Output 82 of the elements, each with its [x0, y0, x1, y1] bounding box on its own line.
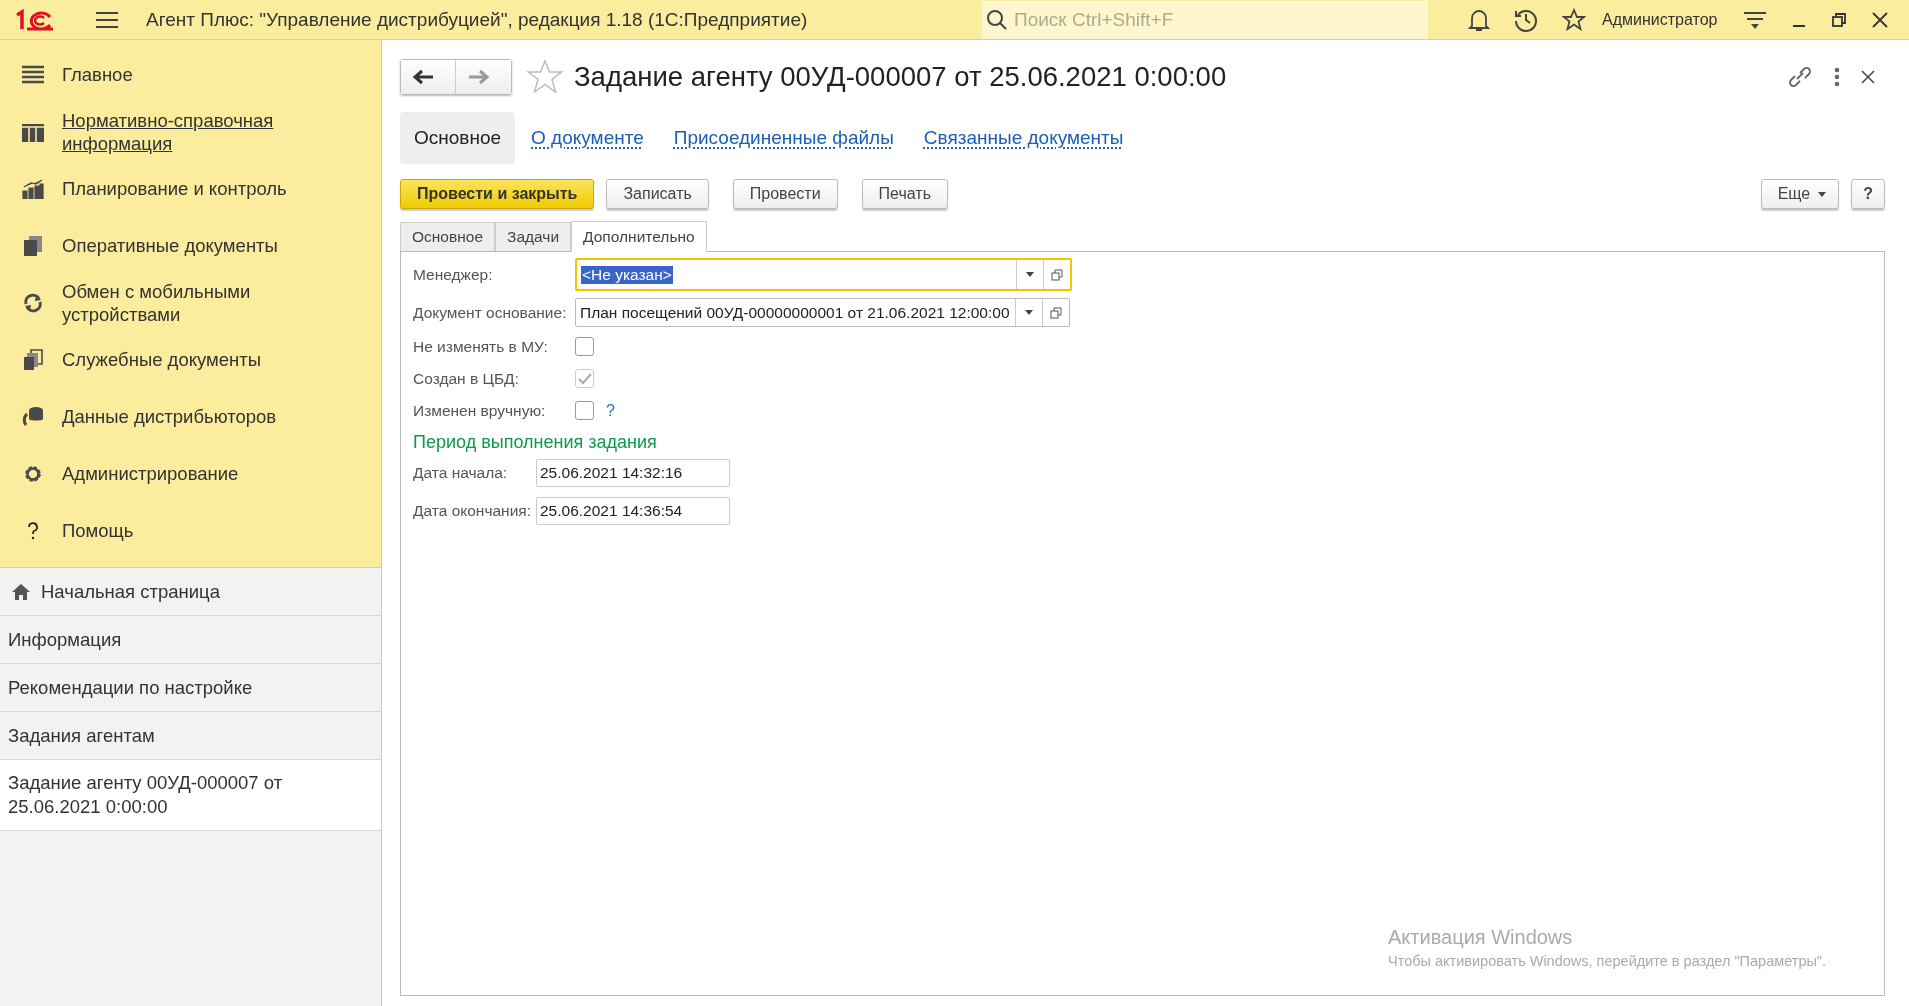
sync-icon	[22, 291, 44, 314]
document-tab[interactable]: О документе	[531, 112, 644, 164]
form-tab[interactable]: Основное	[400, 222, 496, 251]
more-icon[interactable]	[1833, 67, 1841, 87]
section-link[interactable]: Администрирование	[62, 462, 362, 485]
app-logo-icon	[14, 8, 54, 31]
open-window-icon[interactable]	[1051, 268, 1063, 281]
section-link[interactable]: Нормативно-справочная информация	[62, 108, 362, 155]
bar-chart-icon	[22, 178, 44, 199]
section-link[interactable]: Главное	[62, 63, 362, 86]
search-icon[interactable]	[986, 8, 1008, 31]
checkbox-label: Создан в ЦБД:	[413, 369, 520, 388]
window-title: Агент Плюс: "Управление дистрибуцией", редакция 1.18 (1С:Предприятие)	[146, 8, 809, 31]
help-link[interactable]: ?	[606, 401, 615, 420]
caret-icon[interactable]	[1025, 310, 1033, 315]
field-label: Дата начала:	[413, 464, 509, 482]
form-tab[interactable]: Задачи	[495, 222, 572, 251]
caret-icon	[1818, 191, 1827, 197]
section-link[interactable]: Обмен с мобильными устройствами	[62, 279, 362, 326]
checkbox-label: Не изменять в МУ:	[413, 337, 549, 356]
activation-text: Чтобы активировать Windows, перейдите в раздел "Параметры".	[1388, 953, 1828, 969]
search-field[interactable]: Поиск Ctrl+Shift+F	[982, 0, 1428, 39]
select-field[interactable]: План посещений 00УД-00000000001 от 21.06.2021 12:00:00	[575, 298, 1070, 327]
list-icon	[22, 64, 44, 85]
history-icon[interactable]	[1514, 7, 1538, 32]
command-button[interactable]: Записать	[606, 179, 709, 209]
open-window-icon[interactable]	[1050, 306, 1062, 319]
left-arrow-icon	[412, 69, 434, 85]
field-label: Менеджер:	[413, 265, 494, 284]
open-window-label: Рекомендации по настройке	[8, 675, 253, 700]
command-button[interactable]: Провести и закрыть	[400, 179, 595, 209]
help-button[interactable]: ?	[1851, 179, 1885, 209]
section-link[interactable]: Оперативные документы	[62, 234, 362, 257]
document-tab[interactable]: Основное	[400, 112, 516, 164]
section-heading: Период выполнения задания	[413, 432, 658, 453]
section-link[interactable]: Данные дистрибьюторов	[62, 405, 362, 428]
search-input[interactable]: Поиск Ctrl+Shift+F	[1012, 6, 1396, 33]
restore-icon[interactable]	[1831, 11, 1848, 28]
question-icon	[26, 520, 40, 541]
command-button[interactable]: Печать	[861, 179, 948, 209]
documents-icon	[23, 234, 43, 257]
close-icon[interactable]	[1871, 10, 1890, 29]
open-window-item[interactable]: Начальная страница	[0, 568, 381, 616]
document-tab[interactable]: Присоединенные файлы	[673, 112, 894, 164]
field-label: Дата окончания:	[413, 502, 532, 520]
checkbox[interactable]	[575, 337, 594, 356]
open-window-item[interactable]: Задание агенту 00УД-000007 от 25.06.2021 0:00:00	[0, 760, 381, 831]
date-field[interactable]: 25.06.2021 14:32:16	[536, 459, 730, 487]
select-field[interactable]: <Не указан>	[575, 258, 1072, 291]
checkbox-label: Изменен вручную:	[413, 401, 547, 420]
menu-icon[interactable]	[96, 10, 118, 29]
section-link[interactable]: Служебные документы	[62, 348, 362, 371]
open-window-item[interactable]: Рекомендации по настройке	[0, 664, 381, 712]
activation-title: Активация Windows	[1388, 926, 1574, 949]
documents-icon	[23, 348, 43, 371]
back-button[interactable]	[401, 60, 456, 94]
open-window-label: Начальная страница	[41, 579, 220, 604]
date-field[interactable]: 25.06.2021 14:36:54	[536, 497, 730, 525]
database-icon	[21, 405, 45, 428]
home-icon	[11, 582, 31, 601]
right-arrow-icon	[467, 69, 490, 85]
command-button[interactable]: Провести	[732, 179, 838, 209]
more-button[interactable]: Еще	[1760, 179, 1840, 209]
open-window-label: Задание агенту 00УД-000007 от 25.06.2021 0:00:00	[8, 771, 284, 819]
form-tab[interactable]: Дополнительно	[571, 221, 707, 252]
caret-icon[interactable]	[1026, 272, 1034, 277]
close-icon[interactable]	[1861, 70, 1875, 84]
section-link[interactable]: Помощь	[62, 519, 362, 542]
columns-icon	[22, 121, 44, 142]
star-icon[interactable]	[526, 59, 564, 95]
open-window-label: Задания агентам	[8, 723, 155, 748]
open-window-label: Информация	[8, 627, 122, 652]
user-name[interactable]: Администратор	[1602, 10, 1718, 29]
bell-icon[interactable]	[1468, 7, 1490, 32]
document-title: Задание агенту 00УД-000007 от 25.06.2021 0:00:00	[574, 61, 1227, 93]
checkbox[interactable]	[575, 401, 594, 420]
section-link[interactable]: Планирование и контроль	[62, 177, 362, 200]
field-label: Документ основание:	[413, 303, 568, 322]
document-tab[interactable]: Связанные документы	[923, 112, 1124, 164]
star-icon[interactable]	[1562, 7, 1586, 32]
link-icon[interactable]	[1787, 65, 1813, 89]
open-window-item[interactable]: Информация	[0, 616, 381, 664]
